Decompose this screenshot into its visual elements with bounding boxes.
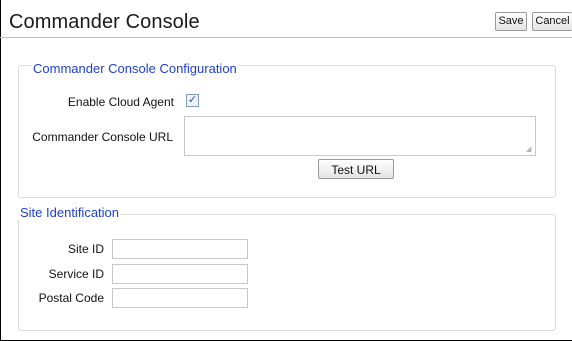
postal-code-label: Postal Code <box>38 291 104 305</box>
console-url-textarea[interactable] <box>184 116 536 156</box>
page-title: Commander Console <box>9 11 200 33</box>
cancel-button[interactable]: Cancel <box>532 12 572 31</box>
site-id-input[interactable] <box>112 239 248 259</box>
site-section-legend: Site Identification <box>18 205 122 220</box>
config-section-legend: Commander Console Configuration <box>31 61 239 76</box>
enable-cloud-agent-label: Enable Cloud Agent <box>67 95 174 109</box>
service-id-input[interactable] <box>112 264 248 284</box>
console-url-label: Commander Console URL <box>32 130 173 144</box>
test-url-button[interactable]: Test URL <box>318 159 394 179</box>
header-bar: Commander Console Save Cancel <box>0 0 572 38</box>
site-id-label: Site ID <box>67 242 104 256</box>
postal-code-input[interactable] <box>112 288 248 308</box>
save-button[interactable]: Save <box>495 12 527 31</box>
enable-cloud-agent-checkbox[interactable]: ✓ <box>186 94 199 107</box>
service-id-label: Service ID <box>48 267 104 281</box>
